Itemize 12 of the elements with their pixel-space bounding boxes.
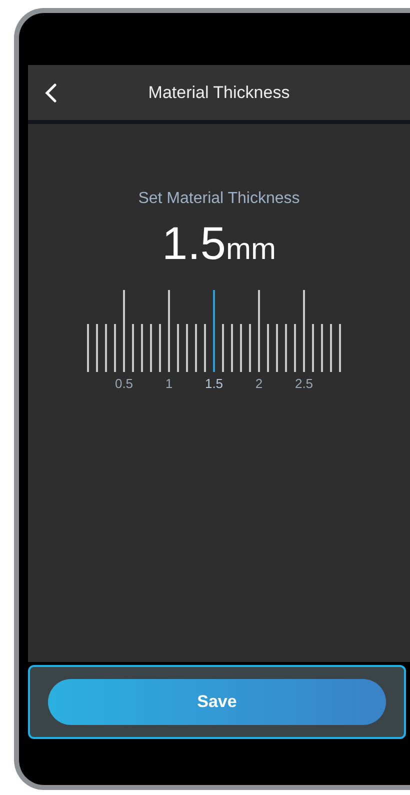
scale-label: 0.5 — [114, 376, 134, 391]
scale-label: 1 — [165, 376, 173, 391]
scale-label: 2.5 — [294, 376, 314, 391]
setting-label: Set Material Thickness — [138, 190, 300, 208]
thickness-value: 1.5 — [162, 216, 226, 270]
back-chevron-icon — [44, 82, 58, 102]
scale-label: 1.5 — [204, 376, 224, 391]
save-button[interactable]: Save — [48, 679, 386, 725]
scale-label: 2 — [255, 376, 263, 391]
ruler-scale[interactable] — [87, 290, 343, 372]
unit-label: mm — [226, 233, 276, 267]
page-title: Material Thickness — [148, 82, 290, 102]
